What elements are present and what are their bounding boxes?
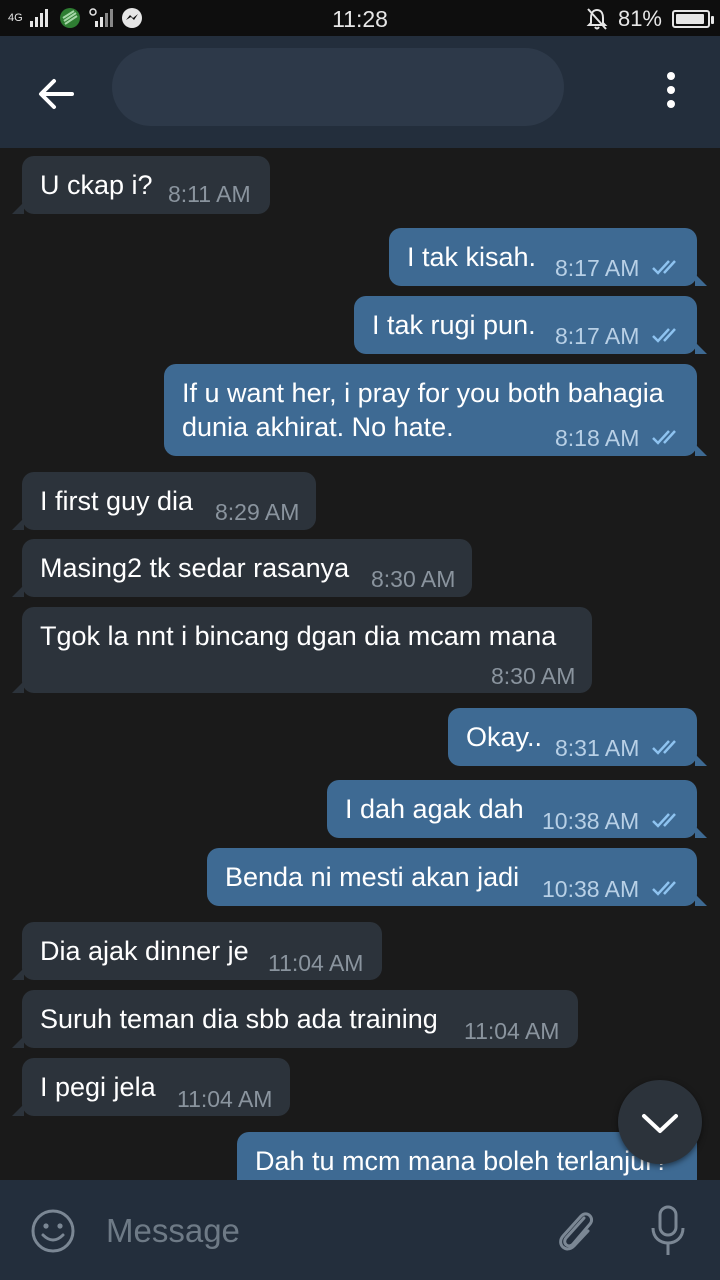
message-incoming[interactable]: U ckap i? 8:11 AM bbox=[12, 156, 270, 214]
arrow-left-icon bbox=[39, 79, 74, 109]
message-time: 8:18 AM bbox=[555, 425, 640, 451]
smiley-icon bbox=[31, 1209, 75, 1253]
battery-percent: 81% bbox=[617, 6, 662, 31]
message-outgoing[interactable]: I tak kisah. 8:17 AM bbox=[389, 228, 707, 286]
message-text: Dah tu mcm mana boleh terlanjur? bbox=[255, 1146, 670, 1176]
message-text: Benda ni mesti akan jadi bbox=[225, 862, 520, 892]
message-incoming[interactable]: I pegi jela 11:04 AM bbox=[12, 1058, 290, 1116]
message-composer bbox=[0, 1180, 720, 1280]
message-text: Dia ajak dinner je bbox=[40, 936, 249, 966]
emoji-button[interactable] bbox=[30, 1208, 76, 1254]
message-text: Tgok la nnt i bincang dgan dia mcam mana bbox=[40, 621, 557, 651]
message-text: I tak rugi pun. bbox=[372, 310, 536, 340]
message-time: 8:17 AM bbox=[555, 323, 640, 349]
message-text: Suruh teman dia sbb ada training bbox=[40, 1004, 438, 1034]
chat-header bbox=[0, 36, 720, 148]
microphone-button[interactable] bbox=[648, 1204, 688, 1258]
message-time: 10:38 AM bbox=[542, 808, 640, 834]
message-incoming[interactable]: Suruh teman dia sbb ada training 11:04 A… bbox=[12, 990, 578, 1048]
message-time: 11:04 AM bbox=[268, 950, 364, 976]
double-check-icon bbox=[652, 740, 676, 755]
double-check-icon bbox=[652, 881, 676, 896]
chat-title-redacted[interactable] bbox=[112, 48, 564, 126]
message-list[interactable]: U ckap i? 8:11 AM I tak kisah. 8:17 AM I… bbox=[0, 148, 720, 1180]
paperclip-icon bbox=[559, 1212, 594, 1251]
battery-icon bbox=[672, 10, 714, 28]
status-bar: 4G 11:28 81% bbox=[0, 0, 720, 36]
chevron-down-icon bbox=[642, 1114, 678, 1133]
more-options-button[interactable] bbox=[652, 72, 692, 112]
message-outgoing[interactable]: I dah agak dah 10:38 AM bbox=[327, 780, 707, 838]
message-outgoing[interactable]: I tak rugi pun. 8:17 AM bbox=[354, 296, 707, 354]
bell-muted-icon bbox=[586, 8, 608, 30]
double-check-icon bbox=[652, 260, 676, 275]
message-incoming[interactable]: Masing2 tk sedar rasanya 8:30 AM bbox=[12, 539, 472, 597]
message-text: I dah agak dah bbox=[345, 794, 524, 824]
attach-button[interactable] bbox=[554, 1206, 598, 1256]
double-check-icon bbox=[652, 813, 676, 828]
message-outgoing[interactable]: Benda ni mesti akan jadi 10:38 AM bbox=[207, 848, 707, 906]
message-input[interactable] bbox=[104, 1202, 528, 1260]
message-time: 8:17 AM bbox=[555, 255, 640, 281]
message-text: U ckap i? bbox=[40, 170, 153, 200]
microphone-icon bbox=[651, 1205, 685, 1255]
message-incoming[interactable]: Dia ajak dinner je 11:04 AM bbox=[12, 922, 382, 980]
double-check-icon bbox=[652, 328, 676, 343]
scroll-to-bottom-button[interactable] bbox=[618, 1080, 702, 1164]
message-incoming[interactable]: I first guy dia 8:29 AM bbox=[12, 472, 316, 530]
back-button[interactable] bbox=[30, 72, 82, 116]
message-text-line2: dunia akhirat. No hate. bbox=[182, 412, 454, 442]
message-time: 10:38 AM bbox=[542, 876, 640, 902]
message-time: 8:29 AM bbox=[215, 499, 300, 525]
message-time: 8:30 AM bbox=[371, 566, 456, 592]
message-text: I first guy dia bbox=[40, 486, 194, 516]
message-text: Masing2 tk sedar rasanya bbox=[40, 553, 350, 583]
message-text: I tak kisah. bbox=[407, 242, 537, 272]
message-time: 8:30 AM bbox=[491, 663, 576, 689]
message-outgoing[interactable]: Okay.. 8:31 AM bbox=[448, 708, 707, 766]
message-time: 8:31 AM bbox=[555, 735, 640, 761]
message-text: If u want her, i pray for you both bahag… bbox=[182, 378, 664, 408]
double-check-icon bbox=[652, 430, 676, 445]
message-text: I pegi jela bbox=[40, 1072, 156, 1102]
message-incoming[interactable]: Tgok la nnt i bincang dgan dia mcam mana… bbox=[12, 607, 592, 693]
message-outgoing[interactable]: If u want her, i pray for you both bahag… bbox=[164, 364, 707, 456]
message-text: Okay.. bbox=[466, 722, 543, 752]
message-time: 11:04 AM bbox=[464, 1018, 560, 1044]
message-time: 8:11 AM bbox=[168, 181, 251, 207]
message-time: 11:04 AM bbox=[177, 1086, 273, 1112]
status-icons-right: 81% bbox=[586, 6, 714, 32]
